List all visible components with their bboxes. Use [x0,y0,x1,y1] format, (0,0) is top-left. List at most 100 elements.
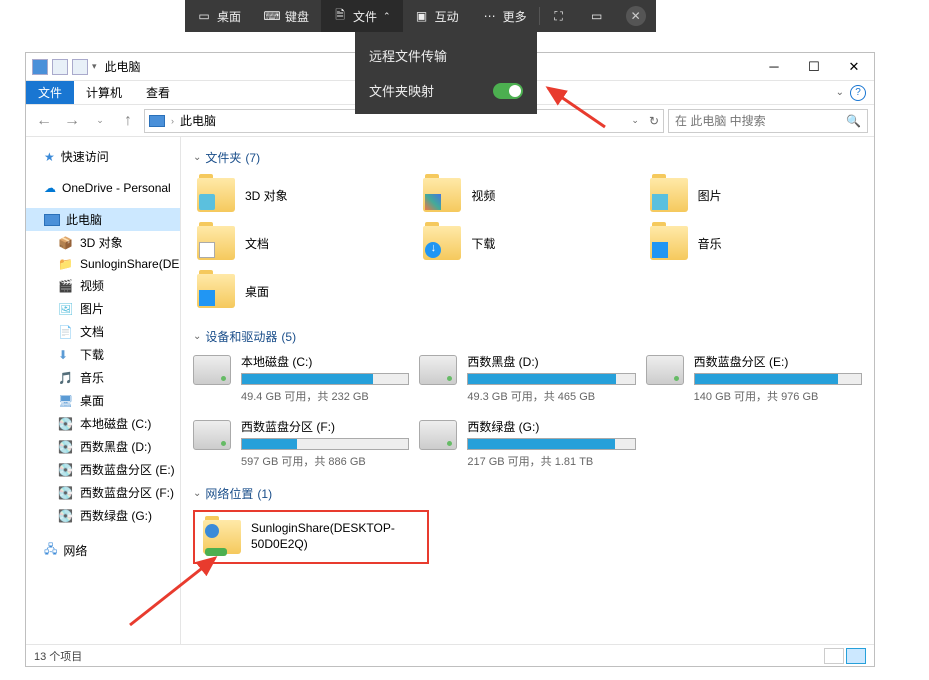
rt-fullscreen[interactable]: ⛶ [540,0,578,32]
folder-item[interactable]: 3D 对象 [193,174,409,216]
sidebar-item[interactable]: 💽西数蓝盘分区 (F:) [26,481,180,504]
star-icon: ★ [44,150,55,164]
sidebar-item[interactable]: 💽 西数绿盘 (G:) [26,504,180,527]
folder-item[interactable]: 文档 [193,222,409,264]
folder-label: 桌面 [245,283,269,300]
item-icon: 📦 [58,236,74,250]
item-icon: 💽 [58,440,74,454]
nav-recent[interactable]: ⌄ [88,109,112,133]
rt-desktop[interactable]: ▭ 桌面 [185,0,253,32]
sidebar-onedrive[interactable]: ☁ OneDrive - Personal [26,178,180,198]
minimize-button[interactable]: ─ [754,53,794,81]
content-area: ⌄ 文件夹 (7) 3D 对象视频图片文档 ↓下载 音乐桌面 ⌄ 设备和驱动器 (5… [181,137,874,644]
sidebar-network[interactable]: 🖧 网络 [26,537,180,564]
tab-view[interactable]: 查看 [134,81,182,104]
sidebar-item[interactable]: 📦3D 对象 [26,231,180,254]
rt-more[interactable]: ⋯ 更多 [471,0,539,32]
tab-computer[interactable]: 计算机 [74,81,134,104]
quick-access-toolbar: ▾ [32,59,97,75]
rt-label: 更多 [503,8,527,25]
explorer-window: ▾ 此电脑 ─ ☐ ✕ 文件 计算机 查看 ⌄ ? ← → ⌄ ↑ › 此电脑 … [25,52,875,667]
qat-icon[interactable] [72,59,88,75]
folder-label: 文档 [245,235,269,252]
drive-name: 西数蓝盘分区 (E:) [694,353,862,370]
maximize-button[interactable]: ☐ [794,53,834,81]
close-button[interactable]: ✕ [834,53,874,81]
chevron-down-icon: ⌃ [383,11,391,22]
sidebar-item[interactable]: ⬇下载 [26,343,180,366]
rt-close[interactable]: ✕ [626,6,646,26]
rt-file[interactable]: 🗎 文件 ⌃ [321,0,403,32]
drive-item[interactable]: 西数蓝盘分区 (F:) 597 GB 可用，共 886 GB [193,418,409,469]
nav-back[interactable]: ← [32,109,56,133]
tab-file[interactable]: 文件 [26,81,74,104]
drive-item[interactable]: 西数黑盘 (D:) 49.3 GB 可用，共 465 GB [419,353,635,404]
chevron-down-icon[interactable]: ⌄ [836,87,844,98]
desktop-icon: ▭ [197,9,211,23]
item-icon: 💽 [58,509,74,523]
folder-item[interactable]: 视频 [419,174,635,216]
sidebar-item[interactable]: 🖼图片 [26,297,180,320]
sidebar-item[interactable]: 📁SunloginShare(DESK [26,254,180,274]
section-folders-header[interactable]: ⌄ 文件夹 (7) [193,149,862,166]
network-location-item[interactable]: SunloginShare(DESKTOP-50D0E2Q) [193,510,429,564]
folder-item[interactable]: ↓下载 [419,222,635,264]
drive-item[interactable]: 西数绿盘 (G:) 217 GB 可用，共 1.81 TB [419,418,635,469]
sidebar-item[interactable]: 🖥桌面 [26,389,180,412]
dd-folder-mapping[interactable]: 文件夹映射 [355,73,537,108]
nav-up[interactable]: ↑ [116,109,140,133]
pc-icon [149,115,165,127]
rt-screen[interactable]: ▭ [578,0,616,32]
drive-item[interactable]: 本地磁盘 (C:) 49.4 GB 可用，共 232 GB [193,353,409,404]
view-large-icons-button[interactable] [846,648,866,664]
section-network-header[interactable]: ⌄ 网络位置 (1) [193,485,862,502]
help-icon[interactable]: ? [850,85,866,101]
drive-text: 140 GB 可用，共 976 GB [694,388,862,404]
folder-item[interactable]: 音乐 [646,222,862,264]
search-icon[interactable]: 🔍 [846,114,861,128]
sidebar-this-pc[interactable]: 此电脑 [26,208,180,231]
folder-item[interactable]: 桌面 [193,270,409,312]
chevron-down-icon[interactable]: ⌄ [631,115,639,126]
sidebar-item-label: 文档 [80,323,104,340]
cloud-icon: ☁ [44,181,56,195]
rt-interact[interactable]: ▣ 互动 [403,0,471,32]
sidebar-quick-access[interactable]: ★ 快速访问 [26,145,180,168]
sidebar-item-label: 下载 [80,346,104,363]
drive-item[interactable]: 西数蓝盘分区 (E:) 140 GB 可用，共 976 GB [646,353,862,404]
breadcrumb[interactable]: 此电脑 [180,112,216,129]
sidebar-label: 网络 [63,542,87,559]
sidebar-label: OneDrive - Personal [62,181,171,195]
search-box[interactable]: 🔍 [668,109,868,133]
folder-mapping-toggle[interactable] [493,83,523,99]
chevron-down-icon: ⌄ [193,152,201,163]
folder-label: 音乐 [698,235,722,252]
qat-icon[interactable] [52,59,68,75]
search-input[interactable] [675,114,846,128]
keyboard-icon: ⌨ [265,9,279,23]
rt-keyboard[interactable]: ⌨ 键盘 [253,0,321,32]
sidebar-item[interactable]: 💽西数黑盘 (D:) [26,435,180,458]
dd-remote-transfer[interactable]: 远程文件传输 [355,38,537,73]
section-drives-header[interactable]: ⌄ 设备和驱动器 (5) [193,328,862,345]
refresh-icon[interactable]: ↻ [649,114,659,128]
view-details-button[interactable] [824,648,844,664]
drive-text: 49.4 GB 可用，共 232 GB [241,388,409,404]
drive-capacity-bar [467,373,635,385]
nav-forward[interactable]: → [60,109,84,133]
drive-icon [419,420,457,450]
file-dropdown: 远程文件传输 文件夹映射 [355,32,537,114]
sidebar-item[interactable]: 💽西数蓝盘分区 (E:) [26,458,180,481]
sidebar-item-label: 西数绿盘 (G:) [80,507,152,524]
folder-icon [197,226,235,260]
dd-label: 远程文件传输 [369,46,447,65]
sidebar-item[interactable]: 💽本地磁盘 (C:) [26,412,180,435]
qat-icon[interactable] [32,59,48,75]
sidebar-item[interactable]: 🎵音乐 [26,366,180,389]
sidebar-item[interactable]: 🎬视频 [26,274,180,297]
folder-item[interactable]: 图片 [646,174,862,216]
sidebar-item-label: 西数蓝盘分区 (F:) [80,484,174,501]
sidebar-item[interactable]: 📄文档 [26,320,180,343]
item-icon: 🎵 [58,371,74,385]
qat-dropdown-icon[interactable]: ▾ [92,61,97,72]
